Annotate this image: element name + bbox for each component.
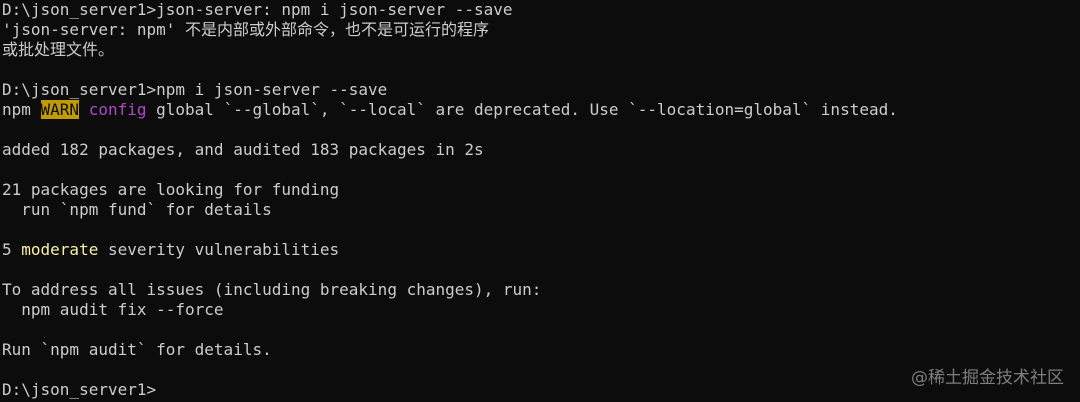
severity-moderate: moderate <box>21 240 99 259</box>
terminal-line-audit-info: To address all issues (including breakin… <box>2 280 542 299</box>
terminal-line-error-continued: 或批处理文件。 <box>2 40 115 59</box>
terminal-line-error: 'json-server: npm' 不是内部或外部命令，也不是可运行的程序 <box>2 20 490 39</box>
vulnerability-count: 5 <box>2 240 22 259</box>
npm-prefix: npm <box>2 100 41 119</box>
terminal-line-audit-command: npm audit fix --force <box>2 300 224 319</box>
config-keyword: config <box>88 100 147 119</box>
warn-badge: WARN <box>40 100 80 119</box>
terminal-window[interactable]: D:\json_server1>json-server: npm i json-… <box>0 0 1080 402</box>
terminal-line-audit-details: Run `npm audit` for details. <box>2 340 272 359</box>
terminal-line-funding-hint: run `npm fund` for details <box>2 200 272 219</box>
warning-space <box>79 100 89 119</box>
terminal-line-funding: 21 packages are looking for funding <box>2 180 340 199</box>
terminal-line-vulnerabilities: 5 moderate severity vulnerabilities <box>2 240 1080 260</box>
terminal-line-command: D:\json_server1>json-server: npm i json-… <box>2 0 513 19</box>
vulnerability-text: severity vulnerabilities <box>98 240 340 259</box>
terminal-line-install-summary: added 182 packages, and audited 183 pack… <box>2 140 484 159</box>
terminal-line-command: D:\json_server1>npm i json-server --save <box>2 80 388 99</box>
terminal-line-npm-warning: npm WARN config global `--global`, `--lo… <box>2 100 1080 120</box>
watermark-text: @稀土掘金技术社区 <box>911 368 1064 388</box>
warning-message: global `--global`, `--local` are depreca… <box>146 100 898 119</box>
